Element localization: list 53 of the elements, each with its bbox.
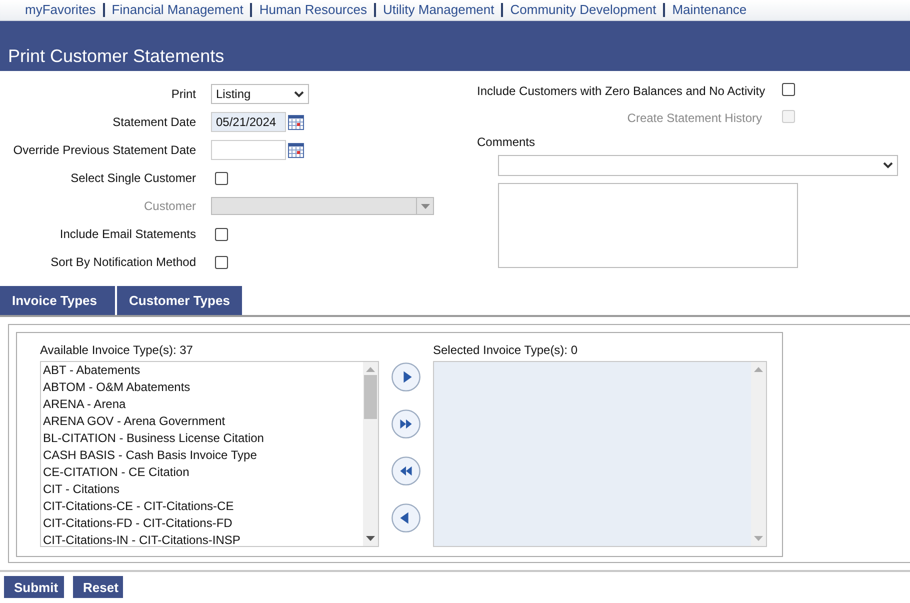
checkbox[interactable] [215,172,228,184]
submit-button[interactable]: Submit [4,576,64,598]
scroll-down-icon[interactable] [366,536,375,542]
checkbox[interactable] [782,82,795,96]
scrollbar[interactable] [363,362,378,546]
list-item[interactable]: CIT-Citations-CE - CIT-Citations-CE [43,498,361,515]
nav-link[interactable]: Financial Management [102,3,250,17]
calendar-icon[interactable] [288,142,304,158]
field-label: Override Previous Statement Date [12,143,196,157]
move-all-right-button[interactable] [391,409,421,439]
page-title: Print Customer Statements [7,46,224,68]
nav-link[interactable]: Maintenance [663,3,754,17]
date-field[interactable] [211,140,286,160]
available-list[interactable] [40,361,379,547]
field-label: Select Single Customer [70,171,196,185]
move-all-left-button[interactable] [391,456,421,486]
chevron-down-icon [883,162,893,169]
scroll-thumb[interactable] [364,375,377,419]
list-item[interactable]: CE-CITATION - CE Citation [43,464,361,481]
list-item[interactable]: ARENA - Arena [43,396,361,413]
move-left-button[interactable] [391,503,421,533]
list-item[interactable]: CIT - Citations [43,481,361,498]
list-label: Available Invoice Type(s): 37 [40,343,194,359]
checkbox[interactable] [215,256,228,268]
list-item[interactable]: ABT - Abatements [43,362,361,379]
nav-link[interactable]: Utility Management [374,3,502,17]
reset-button[interactable]: Reset [73,576,123,598]
list-item[interactable]: ARENA GOV - Arena Government [43,413,361,430]
nav-link[interactable]: Human Resources [250,3,374,17]
list-item[interactable]: CASH BASIS - Cash Basis Invoice Type [43,447,361,464]
calendar-icon[interactable] [288,114,304,130]
field-label: Print [170,87,196,101]
field-label: Include Email Statements [58,227,196,241]
caret-icon [420,204,430,208]
list-item[interactable]: ABTOM - O&M Abatements [43,379,361,396]
print-dropdown[interactable]: Listing [211,84,309,104]
list-item[interactable]: CIT-Citations-FD - CIT-Citations-FD [43,515,361,532]
chevron-down-icon [294,90,304,98]
field-label: Customer [142,199,196,213]
list-item[interactable]: CIT-Citations-IN - CIT-Citations-INSP [43,532,361,546]
move-right-button[interactable] [391,362,421,392]
tab[interactable]: Customer Types [117,286,242,315]
checkbox[interactable] [215,228,228,240]
field-label: Create Statement History [626,110,762,124]
field-label: Statement Date [112,115,196,129]
nav-link[interactable]: Community Development [501,3,664,17]
comments-label: Comments [477,135,536,151]
list-label: Selected Invoice Type(s): 0 [433,343,579,359]
field-label: Sort By Notification Method [50,255,196,269]
tab[interactable]: Invoice Types [0,286,115,315]
list-item[interactable]: BL-CITATION - Business License Citation [43,430,361,447]
date-field[interactable]: 05/21/2024 [211,112,286,132]
nav-link[interactable]: myFavorites [25,3,103,17]
